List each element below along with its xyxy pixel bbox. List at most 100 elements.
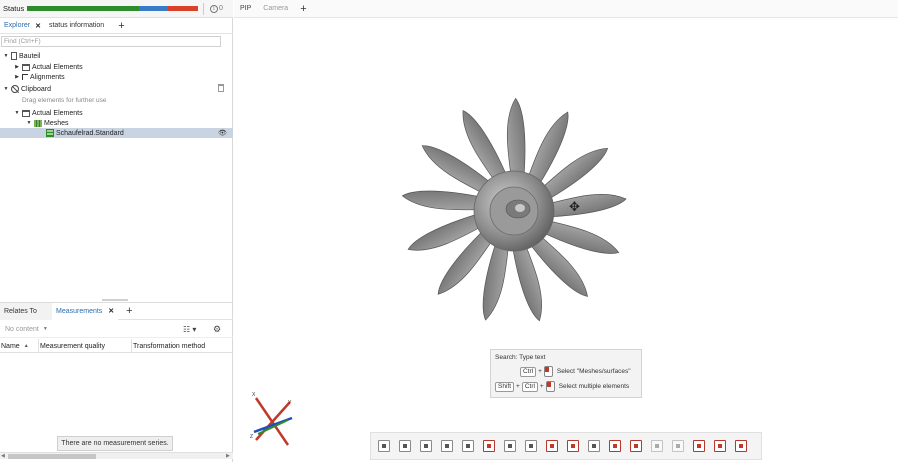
info-icon: i <box>210 4 218 13</box>
section-2-icon-glyph <box>529 444 533 448</box>
fit-icon[interactable] <box>588 440 600 452</box>
delete-icon[interactable] <box>714 440 726 452</box>
search-tooltip: Search: Type text Ctrl + Select "Meshes/… <box>490 349 642 398</box>
tooltip-title: Search: Type text <box>495 354 546 361</box>
axis-triad: X Y Z <box>250 392 293 446</box>
impeller-model[interactable] <box>394 80 634 342</box>
select-frame-icon[interactable] <box>378 440 390 452</box>
find-input[interactable]: Find (Ctrl+F) <box>1 36 221 47</box>
visibility-eye-icon[interactable]: 👁 <box>218 129 227 137</box>
tooltip-row-2-text: Select multiple elements <box>558 383 630 390</box>
expand-icon[interactable]: ▼ <box>3 86 9 92</box>
collapse-icon[interactable]: ▶ <box>14 64 20 70</box>
select-line-icon-glyph <box>403 444 407 448</box>
scroll-left-icon[interactable]: ◀ <box>1 453 5 459</box>
left-panel: Status i 0 Explorer ✕ status information… <box>0 0 233 462</box>
tab-measurements[interactable]: Measurements ✕ <box>52 302 119 320</box>
close-icon[interactable]: ✕ <box>35 22 41 30</box>
grid-icon[interactable] <box>651 440 663 452</box>
ctrl-key: Ctrl <box>521 381 538 392</box>
tab-status-information[interactable]: status information <box>45 18 108 34</box>
tree-item-alignments[interactable]: ▶ Alignments <box>14 72 65 82</box>
select-both-icon-glyph <box>445 444 449 448</box>
tree-item-clipboard[interactable]: ▼ Clipboard <box>3 84 51 94</box>
column-quality-label: Measurement quality <box>40 342 105 350</box>
plane-icon[interactable] <box>483 440 495 452</box>
tooltip-row-1: Ctrl + Select "Meshes/surfaces" <box>520 366 631 377</box>
tree-item-bauteil[interactable]: ▼ Bauteil <box>3 51 40 61</box>
collapse-icon[interactable]: ▶ <box>14 74 20 80</box>
splitter-grip[interactable] <box>102 299 128 301</box>
select-both-icon[interactable] <box>441 440 453 452</box>
chevron-down-icon[interactable]: ▼ <box>43 326 48 332</box>
bottom-tabs: Relates To Measurements ✕ + <box>0 302 233 320</box>
axis-label-y: Y <box>288 400 292 406</box>
select-line-icon[interactable] <box>399 440 411 452</box>
check-icon[interactable] <box>693 440 705 452</box>
tree-item-label: Bauteil <box>19 52 41 60</box>
empty-message: There are no measurement series. <box>57 436 173 451</box>
3d-viewport[interactable]: ✥ Search: Type text Ctrl + Select "Meshe… <box>234 18 898 462</box>
tab-explorer[interactable]: Explorer ✕ <box>0 18 45 34</box>
measure-icon-glyph <box>466 444 470 448</box>
plane-icon-glyph <box>487 444 491 448</box>
status-info-button[interactable]: i 0 <box>210 4 223 13</box>
add-tab-icon[interactable]: + <box>300 3 306 15</box>
column-transformation[interactable]: Transformation method <box>132 339 233 353</box>
shaft-highlight <box>515 204 525 212</box>
select-frame-icon-glyph <box>382 444 386 448</box>
clipboard-hint: Drag elements for further use <box>22 97 107 104</box>
horizontal-scrollbar[interactable]: ◀ ▶ <box>0 452 233 459</box>
tree-item-label: Schaufelrad.Standard <box>56 129 124 137</box>
close-icon[interactable]: ✕ <box>108 307 114 315</box>
add-tab-icon[interactable]: + <box>126 305 132 317</box>
angle-icon-glyph <box>613 444 617 448</box>
transform-icon[interactable] <box>735 440 747 452</box>
no-content-dropdown[interactable]: No content <box>5 326 39 333</box>
ruler-icon-glyph <box>550 444 554 448</box>
expand-icon[interactable]: ▼ <box>14 110 20 116</box>
tree-item-meshes[interactable]: ▼ Meshes <box>26 118 69 128</box>
folder-icon <box>22 109 30 117</box>
plus-sign: + <box>539 383 544 390</box>
scrollbar-thumb[interactable] <box>8 454 96 459</box>
trash-icon[interactable] <box>218 84 224 92</box>
tab-camera-label: Camera <box>263 5 289 12</box>
transform-icon-glyph <box>739 444 743 448</box>
rotate-cursor-icon: ✥ <box>569 199 580 214</box>
angle-icon[interactable] <box>609 440 621 452</box>
section-1-icon[interactable] <box>504 440 516 452</box>
column-quality[interactable]: Measurement quality <box>39 339 132 353</box>
section-2-icon[interactable] <box>525 440 537 452</box>
scroll-right-icon[interactable]: ▶ <box>226 453 230 459</box>
measure-icon[interactable] <box>462 440 474 452</box>
tab-pip[interactable]: PIP <box>234 0 257 18</box>
bottom-toolbar <box>370 432 762 460</box>
viewport-tabs: PIP Camera + <box>234 0 898 18</box>
sort-up-icon[interactable]: ▲ <box>24 343 29 349</box>
tree-item-actual-elements[interactable]: ▶ Actual Elements <box>14 62 83 72</box>
tab-camera[interactable]: Camera <box>257 0 294 18</box>
list-options-icon[interactable]: ☷ ▾ <box>183 325 196 334</box>
ctrl-key: Ctrl <box>520 366 537 377</box>
box-icon[interactable] <box>567 440 579 452</box>
part-icon <box>11 52 17 60</box>
gear-icon[interactable]: ⚙ <box>213 324 221 335</box>
select-point-icon[interactable] <box>420 440 432 452</box>
expand-icon[interactable]: ▼ <box>26 120 32 126</box>
ruler-icon[interactable] <box>546 440 558 452</box>
scale-icon[interactable] <box>672 440 684 452</box>
tree-item-schaufelrad[interactable]: Schaufelrad.Standard <box>44 128 124 138</box>
expand-icon[interactable]: ▼ <box>3 53 9 59</box>
explorer-tabs: Explorer ✕ status information + <box>0 18 233 34</box>
link-icon[interactable] <box>630 440 642 452</box>
tab-relates-to[interactable]: Relates To <box>0 302 52 320</box>
measurement-table-header: Name ▲ Measurement quality Transformatio… <box>0 339 233 353</box>
meshes-icon <box>34 119 42 127</box>
grid-icon-glyph <box>655 444 659 448</box>
add-tab-icon[interactable]: + <box>118 20 124 32</box>
status-bar-blue <box>139 6 168 11</box>
column-name[interactable]: Name ▲ <box>0 339 39 353</box>
plus-sign: + <box>516 383 520 390</box>
tree-item-actual-elements-clipboard[interactable]: ▼ Actual Elements <box>14 108 83 118</box>
